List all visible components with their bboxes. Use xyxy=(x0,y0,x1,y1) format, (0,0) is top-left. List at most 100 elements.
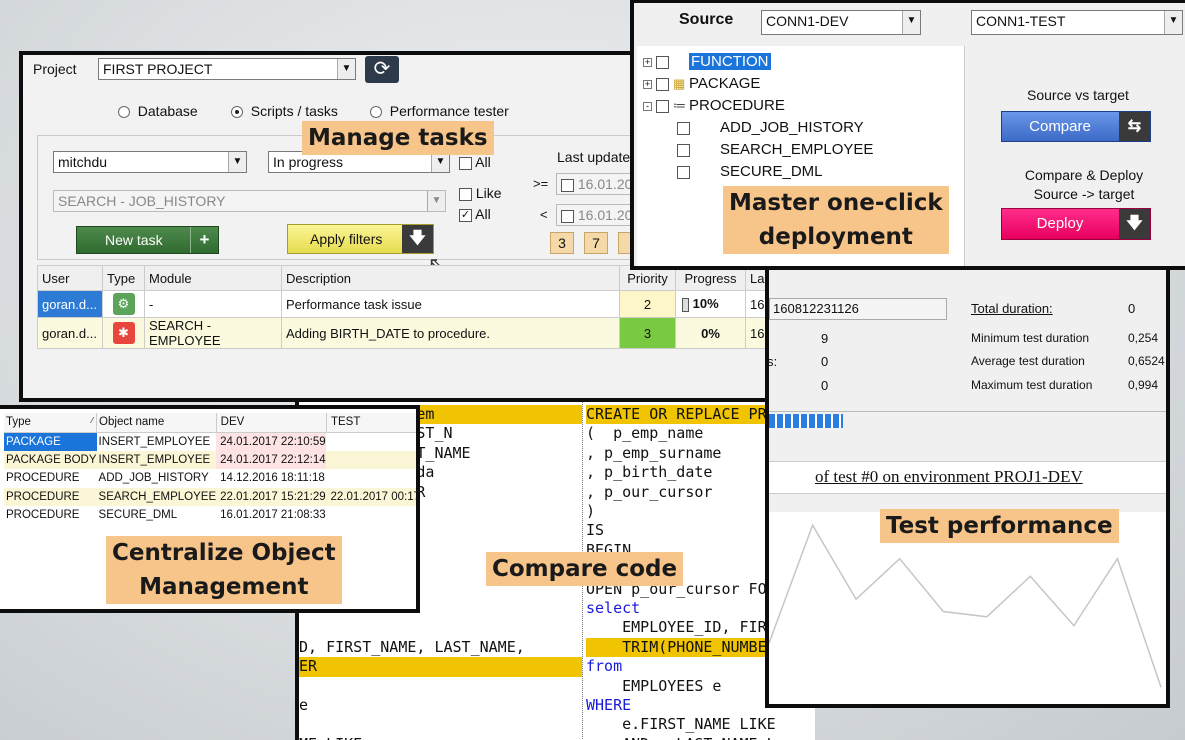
stat-value-1: 9 xyxy=(821,331,829,346)
date-ge-label: >= xyxy=(533,176,549,191)
col-test[interactable]: TEST xyxy=(326,413,416,433)
chevron-down-icon[interactable]: ▼ xyxy=(902,11,920,34)
cell-type: PACKAGE BODY xyxy=(6,453,97,466)
cell-object-name: INSERT_EMPLOYEE xyxy=(98,453,211,466)
perf-separator xyxy=(769,411,1166,412)
refresh-icon[interactable]: ⟳ xyxy=(365,56,399,83)
stat-value-3: 0 xyxy=(821,378,829,393)
max-duration-label: Maximum test duration xyxy=(971,378,1093,392)
cell-type: PROCEDURE xyxy=(6,472,80,485)
source-label: Source xyxy=(679,11,734,28)
cell-progress: 10% xyxy=(675,290,746,318)
table-row[interactable]: goran.d... ✱ SEARCH - EMPLOYEE Adding BI… xyxy=(37,317,766,349)
col-description[interactable]: Description xyxy=(281,265,620,291)
project-select[interactable]: FIRST PROJECT ▼ xyxy=(98,58,356,80)
objects-table-body: PACKAGE INSERT_EMPLOYEE 24.01.2017 22:10:5… xyxy=(4,432,420,525)
tree-item[interactable]: SECURE_DML xyxy=(677,162,823,182)
radio-database[interactable]: Database xyxy=(118,103,198,119)
checkbox[interactable] xyxy=(677,143,690,157)
checkbox[interactable] xyxy=(656,77,669,91)
total-duration-value: 0 xyxy=(1128,301,1136,316)
run-id-field[interactable]: 160812231126 xyxy=(769,298,947,320)
radio-database-circle[interactable] xyxy=(118,106,130,119)
checkbox[interactable] xyxy=(459,156,472,170)
checkbox-checked[interactable]: ✓ xyxy=(459,208,472,222)
gears-icon: ⚙ xyxy=(112,293,135,315)
chevron-down-icon[interactable]: ▼ xyxy=(1164,11,1182,34)
col-type[interactable]: Type xyxy=(102,265,145,291)
tree-item[interactable]: + FUNCTION xyxy=(643,52,771,72)
page-button-3[interactable]: 3 xyxy=(550,232,574,254)
table-row[interactable]: PROCEDURE ADD_JOB_HISTORY 14.12.2016 18:11… xyxy=(4,469,416,488)
tree-item-label: ADD_JOB_HISTORY xyxy=(720,119,864,136)
cell-dev: 22.01.2017 15:21:29 xyxy=(216,487,327,506)
collapse-icon[interactable]: - xyxy=(643,101,652,111)
page-button-7[interactable]: 7 xyxy=(584,232,608,254)
checkbox[interactable] xyxy=(656,99,669,113)
chevron-down-icon[interactable]: ▼ xyxy=(427,191,445,211)
cell-type: PROCEDURE xyxy=(6,509,80,522)
tree-item[interactable]: - ≔ PROCEDURE xyxy=(643,96,785,116)
apply-filters-button[interactable]: Apply filters 🡇 xyxy=(287,224,434,254)
code-line: ER xyxy=(299,657,582,677)
cell-priority: 2 xyxy=(619,290,676,318)
checkbox[interactable] xyxy=(459,187,472,201)
checkbox[interactable] xyxy=(677,121,690,135)
cell-test xyxy=(326,451,416,470)
sort-icon: ⁄ xyxy=(91,416,94,426)
source-select[interactable]: CONN1-DEV ▼ xyxy=(761,10,921,35)
radio-scripts[interactable]: Scripts / tasks xyxy=(231,103,338,119)
col-dev[interactable]: DEV xyxy=(216,413,327,433)
all-status-checkbox[interactable]: All xyxy=(459,154,491,170)
chevron-down-icon[interactable]: ▼ xyxy=(228,152,246,172)
tree-item[interactable]: + ▦ PACKAGE xyxy=(643,74,760,94)
chevron-down-icon[interactable]: ▼ xyxy=(431,152,449,172)
col-module[interactable]: Module xyxy=(144,265,282,291)
table-row[interactable]: PACKAGE INSERT_EMPLOYEE 24.01.2017 22:10:5… xyxy=(4,432,416,451)
cell-dev: 24.01.2017 22:12:14 xyxy=(216,450,327,469)
checkbox[interactable] xyxy=(561,209,574,223)
module-filter-select[interactable]: SEARCH - JOB_HISTORY ▼ xyxy=(53,190,446,212)
table-row[interactable]: goran.d... ⚙ - Performance task issue 2 … xyxy=(37,290,766,318)
table-row[interactable]: PROCEDURE SEARCH_EMPLOYEE 22.01.2017 15:21… xyxy=(4,487,420,506)
table-row[interactable]: PROCEDURE SECURE_DML 16.01.2017 21:08:33 xyxy=(4,506,416,525)
radio-performance[interactable]: Performance tester xyxy=(370,103,509,119)
cell-test: 22.01.2017 00:17 xyxy=(330,490,420,503)
col-user[interactable]: User xyxy=(37,265,103,291)
col-object-name[interactable]: Object name xyxy=(96,413,217,433)
checkbox[interactable] xyxy=(561,178,574,192)
cell-module: SEARCH - EMPLOYEE xyxy=(144,317,282,349)
expand-icon[interactable]: + xyxy=(643,57,652,67)
checkbox[interactable] xyxy=(656,55,669,69)
user-filter-select[interactable]: mitchdu ▼ xyxy=(53,151,247,173)
like-checkbox[interactable]: Like xyxy=(459,185,502,201)
cell-description: Adding BIRTH_DATE to procedure. xyxy=(281,317,620,349)
perf-caption: of test #0 on environment PROJ1-DEV xyxy=(815,467,1083,486)
max-duration-value: 0,994 xyxy=(1128,378,1159,392)
tree-item[interactable]: SEARCH_EMPLOYEE xyxy=(677,140,873,160)
progress-bar xyxy=(682,297,689,312)
avg-duration-value: 0,6524 xyxy=(1128,354,1165,368)
deploy-button[interactable]: Deploy 🡇 xyxy=(1001,208,1151,240)
date-lt-label: < xyxy=(540,207,548,222)
new-task-button[interactable]: New task + xyxy=(76,226,219,254)
chevron-down-icon[interactable]: ▼ xyxy=(337,59,355,79)
total-duration-label: Total duration: xyxy=(971,301,1053,316)
compare-button[interactable]: Compare ⇆ xyxy=(1001,111,1151,142)
table-row[interactable]: PACKAGE BODY INSERT_EMPLOYEE 24.01.2017 22… xyxy=(4,450,416,470)
expand-icon[interactable]: + xyxy=(643,79,652,89)
all-module-checkbox[interactable]: ✓ All xyxy=(459,206,491,222)
avg-duration-label: Average test duration xyxy=(971,354,1085,368)
callout-object-management: Centralize Object Management xyxy=(106,536,342,604)
tree-item[interactable]: ADD_JOB_HISTORY xyxy=(677,118,864,138)
callout-manage-tasks: Manage tasks xyxy=(302,121,494,155)
radio-performance-circle[interactable] xyxy=(370,106,382,119)
target-select[interactable]: CONN1-TEST ▼ xyxy=(971,10,1183,35)
cell-test xyxy=(326,506,416,525)
swap-arrows-icon: ⇆ xyxy=(1119,112,1150,141)
col-type[interactable]: Type ⁄ xyxy=(4,413,98,433)
checkbox[interactable] xyxy=(677,165,690,179)
radio-scripts-circle[interactable] xyxy=(231,106,243,119)
